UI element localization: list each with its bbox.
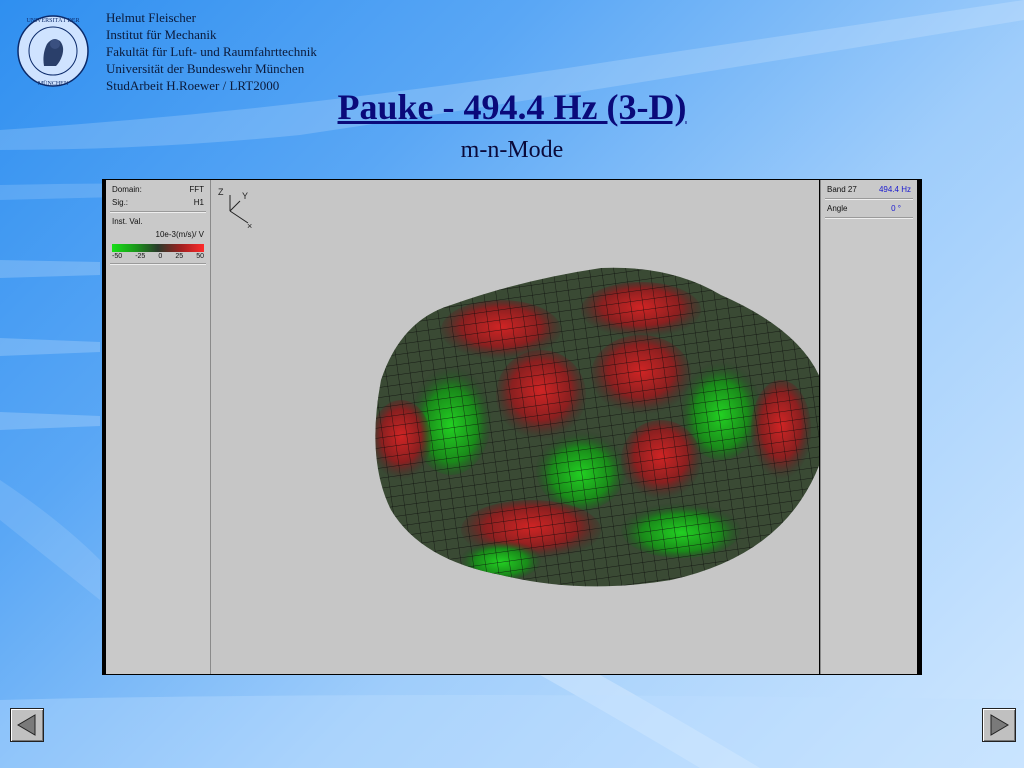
axis-indicator: × Z Y bbox=[218, 187, 268, 236]
triangle-left-icon bbox=[17, 714, 36, 736]
previous-slide-button[interactable] bbox=[10, 708, 44, 742]
header-line-author: Helmut Fleischer bbox=[106, 10, 196, 25]
triangle-right-icon bbox=[990, 714, 1009, 736]
university-seal-icon: UNIVERSITÄT DER MÜNCHEN bbox=[16, 14, 90, 88]
tick-label: -50 bbox=[112, 253, 123, 260]
right-info-panel: Band 27 494.4 Hz Angle 0 ° bbox=[820, 180, 917, 674]
tick-label: 0 bbox=[158, 253, 163, 260]
domain-label: Domain: bbox=[112, 185, 142, 194]
header-line-faculty: Fakultät für Luft- und Raumfahrttechnik bbox=[106, 44, 317, 59]
mode-shape-surface bbox=[375, 267, 828, 587]
angle-row: Angle 0 ° bbox=[821, 202, 917, 215]
slide-subtitle: m-n-Mode bbox=[460, 137, 564, 163]
slide-title[interactable]: Pauke - 494.4 Hz (3-D) bbox=[0, 86, 1024, 128]
angle-label: Angle bbox=[827, 204, 848, 213]
author-header: Helmut Fleischer Institut für Mechanik F… bbox=[106, 9, 317, 94]
axis-y-label: Y bbox=[242, 191, 249, 201]
divider bbox=[825, 198, 913, 200]
domain-value: FFT bbox=[189, 185, 204, 194]
svg-text:UNIVERSITÄT DER: UNIVERSITÄT DER bbox=[26, 17, 79, 24]
sig-label: Sig.: bbox=[112, 198, 129, 207]
band-row: Band 27 494.4 Hz bbox=[821, 183, 917, 196]
next-slide-button[interactable] bbox=[982, 708, 1016, 742]
inst-row: Inst. Val. bbox=[106, 215, 210, 228]
left-info-panel: Domain: FFT Sig.: H1 Inst. Val. 10e-3(m/… bbox=[106, 180, 211, 674]
divider bbox=[110, 211, 206, 213]
band-value: 494.4 Hz bbox=[878, 185, 911, 194]
header-line-university: Universität der Bundeswehr München bbox=[106, 61, 305, 76]
color-scale-bar bbox=[112, 244, 204, 252]
axis-z-label: Z bbox=[218, 187, 224, 197]
3d-plot-area[interactable] bbox=[211, 180, 828, 674]
sig-row: Sig.: H1 bbox=[106, 196, 210, 209]
angle-value: 0 ° bbox=[891, 204, 901, 213]
unit-row: 10e-3(m/s)/ V bbox=[106, 228, 210, 241]
tick-label: 50 bbox=[196, 253, 204, 260]
band-label: Band 27 bbox=[827, 185, 857, 194]
header-line-institute: Institut für Mechanik bbox=[106, 27, 217, 42]
tick-label: 25 bbox=[175, 253, 184, 260]
domain-row: Domain: FFT bbox=[106, 183, 210, 196]
sig-value: H1 bbox=[193, 198, 204, 207]
unit-label: 10e-3(m/s)/ V bbox=[155, 230, 204, 239]
inst-label: Inst. Val. bbox=[112, 217, 143, 226]
divider bbox=[110, 263, 206, 265]
axis-x-icon: × bbox=[247, 221, 252, 231]
color-scale-ticks: -50 -25 0 25 50 bbox=[106, 252, 210, 261]
tick-label: -25 bbox=[135, 253, 146, 260]
divider bbox=[825, 217, 913, 219]
vibration-software-screenshot: Domain: FFT Sig.: H1 Inst. Val. 10e-3(m/… bbox=[102, 179, 922, 675]
